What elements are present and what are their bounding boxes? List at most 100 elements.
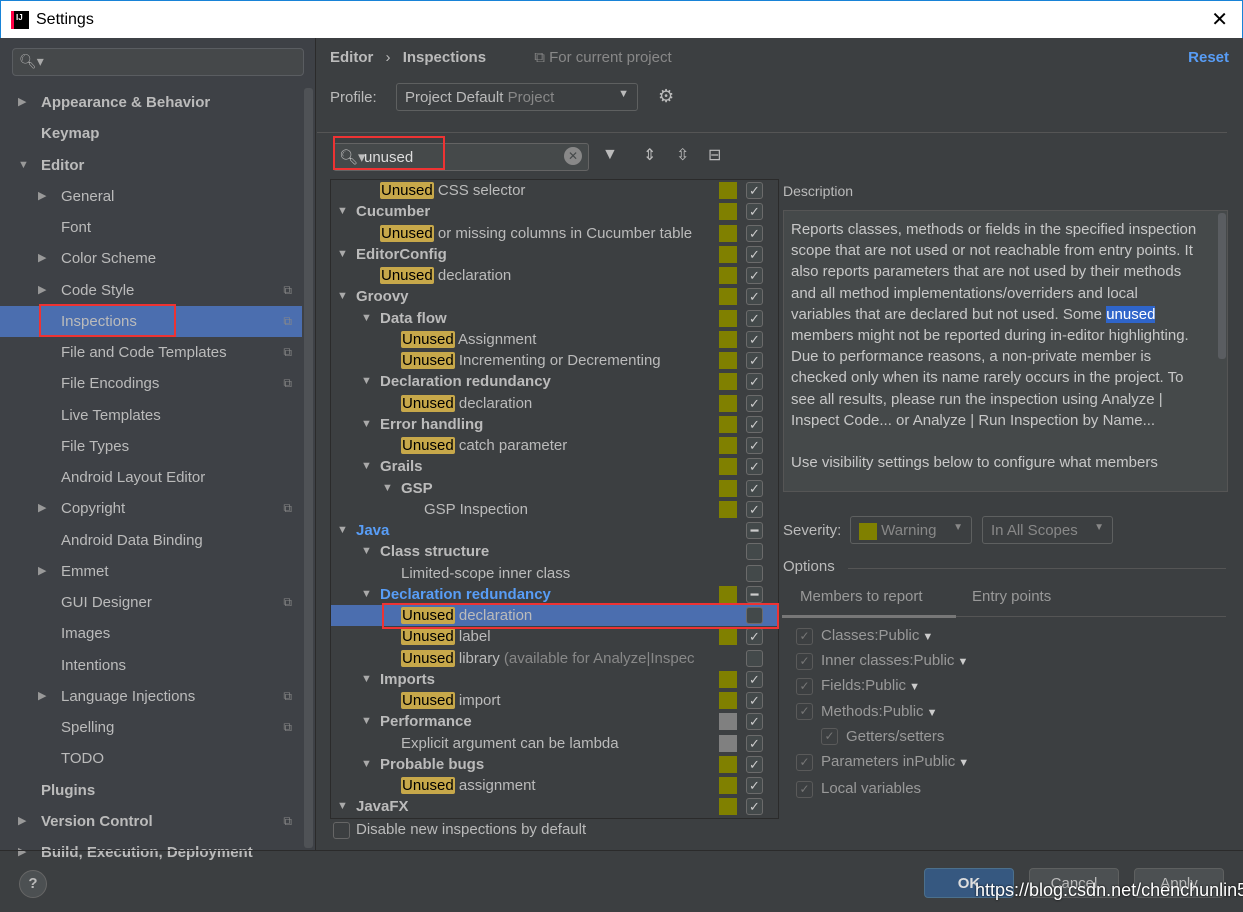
enable-checkbox[interactable]: ✓: [746, 373, 763, 391]
sidebar-item-code-style[interactable]: ▶ Code Style ⧉: [0, 275, 302, 306]
tree-row[interactable]: Unused declaration ✓: [331, 393, 778, 414]
tree-row[interactable]: ▼ Cucumber ✓: [331, 201, 778, 222]
sidebar-item-font[interactable]: Font: [0, 212, 302, 243]
tree-row[interactable]: ▼ Data flow ✓: [331, 308, 778, 329]
enable-checkbox[interactable]: ✓: [746, 415, 763, 433]
tree-row[interactable]: ▼ EditorConfig ✓: [331, 244, 778, 265]
tree-row[interactable]: ▼ Performance ✓: [331, 711, 778, 732]
clear-search-icon[interactable]: ✕: [564, 147, 582, 165]
chevron-right-icon[interactable]: ▶: [18, 837, 26, 868]
expand-all-icon[interactable]: ⇕: [643, 145, 656, 165]
enable-checkbox[interactable]: ✓: [746, 777, 763, 794]
enable-checkbox[interactable]: ✓: [746, 182, 763, 199]
tree-row[interactable]: Unused or missing columns in Cucumber ta…: [331, 223, 778, 244]
tree-row[interactable]: ▼ Java ━: [331, 520, 778, 541]
tree-row[interactable]: Unused import ✓: [331, 690, 778, 711]
checkbox-icon[interactable]: ✓: [796, 753, 813, 771]
enable-checkbox[interactable]: ✓: [746, 203, 763, 221]
enable-checkbox[interactable]: ✓: [746, 394, 763, 412]
tree-row[interactable]: Limited-scope inner class: [331, 563, 778, 584]
sidebar-item-file-types[interactable]: File Types: [0, 431, 302, 462]
option-checkbox[interactable]: ✓ Fields:Public ▼: [796, 675, 920, 697]
inspection-search-input[interactable]: 🔍︎▾ unused ✕: [333, 143, 589, 171]
sidebar-item-spelling[interactable]: Spelling ⧉: [0, 712, 302, 743]
enable-checkbox[interactable]: ━: [746, 585, 763, 603]
sidebar-item-inspections[interactable]: Inspections ⧉: [0, 303, 302, 337]
enable-checkbox[interactable]: [746, 649, 763, 667]
sidebar-scrollbar[interactable]: [304, 88, 313, 848]
tree-row[interactable]: ▼ Declaration redundancy ━: [331, 584, 778, 605]
enable-checkbox[interactable]: ✓: [746, 670, 763, 688]
sidebar-item-keymap[interactable]: Keymap: [0, 118, 302, 149]
collapse-all-icon[interactable]: ⇳: [676, 145, 689, 165]
chevron-right-icon[interactable]: ▶: [38, 181, 46, 212]
sidebar-item-emmet[interactable]: ▶ Emmet: [0, 556, 302, 587]
enable-checkbox[interactable]: ✓: [746, 352, 763, 369]
chevron-down-icon[interactable]: ▼: [361, 669, 372, 690]
chevron-down-icon[interactable]: ▼: [361, 584, 372, 605]
reset-to-default-icon[interactable]: ⊟: [708, 145, 721, 165]
sidebar-item-build-execution-deployment[interactable]: ▶ Build, Execution, Deployment: [0, 837, 302, 868]
enable-checkbox[interactable]: ✓: [746, 479, 763, 497]
enable-checkbox[interactable]: ✓: [746, 245, 763, 263]
chevron-down-icon[interactable]: ▼: [361, 711, 372, 732]
chevron-down-icon[interactable]: ▼: [361, 541, 372, 562]
tree-row[interactable]: ▼ Class structure: [331, 541, 778, 562]
option-checkbox[interactable]: ✓ Parameters inPublic ▼: [796, 751, 969, 773]
chevron-down-icon[interactable]: ▼: [337, 201, 348, 222]
chevron-right-icon[interactable]: ▶: [38, 556, 46, 587]
tree-row[interactable]: GSP Inspection ✓: [331, 499, 778, 520]
enable-checkbox[interactable]: ✓: [746, 288, 763, 306]
sidebar-item-file-and-code-templates[interactable]: File and Code Templates ⧉: [0, 337, 302, 368]
tree-row[interactable]: ▼ Probable bugs ✓: [331, 754, 778, 775]
help-button[interactable]: ?: [19, 870, 47, 898]
sidebar-item-language-injections[interactable]: ▶ Language Injections ⧉: [0, 681, 302, 712]
sidebar-item-color-scheme[interactable]: ▶ Color Scheme: [0, 243, 302, 274]
chevron-right-icon[interactable]: ▶: [38, 493, 46, 524]
chevron-down-icon[interactable]: ▼: [361, 308, 372, 329]
option-checkbox[interactable]: ✓ Methods:Public ▼: [796, 701, 938, 723]
chevron-down-icon[interactable]: ▼: [337, 244, 348, 265]
sidebar-item-plugins[interactable]: Plugins: [0, 775, 302, 806]
chevron-down-icon[interactable]: ▼: [361, 371, 372, 392]
tree-row[interactable]: ▼ Groovy ✓: [331, 286, 778, 307]
chevron-down-icon[interactable]: ▼: [361, 456, 372, 477]
chevron-down-icon[interactable]: ▼: [361, 754, 372, 775]
description-scrollbar[interactable]: [1218, 213, 1226, 359]
close-icon[interactable]: ✕: [1211, 7, 1228, 32]
enable-checkbox[interactable]: ━: [746, 522, 763, 539]
gear-icon[interactable]: ⚙: [658, 86, 674, 107]
sidebar-item-version-control[interactable]: ▶ Version Control ⧉: [0, 806, 302, 837]
checkbox-icon[interactable]: ✓: [796, 703, 813, 721]
option-checkbox[interactable]: ✓ Classes:Public ▼: [796, 625, 933, 647]
tab-members-to-report[interactable]: Members to report: [800, 588, 923, 605]
chevron-down-icon[interactable]: ▼: [919, 631, 933, 643]
chevron-down-icon[interactable]: ▼: [337, 796, 348, 817]
enable-checkbox[interactable]: ✓: [746, 500, 763, 518]
chevron-down-icon[interactable]: ▼: [954, 656, 968, 668]
enable-checkbox[interactable]: [746, 543, 763, 561]
enable-checkbox[interactable]: ✓: [746, 713, 763, 731]
tree-row[interactable]: Unused label ✓: [331, 626, 778, 647]
tree-row[interactable]: ▼ Imports ✓: [331, 669, 778, 690]
chevron-right-icon[interactable]: ▶: [38, 243, 46, 274]
sidebar-item-editor[interactable]: ▼ Editor: [0, 150, 302, 181]
enable-checkbox[interactable]: ✓: [746, 628, 763, 646]
checkbox-icon[interactable]: ✓: [796, 652, 813, 670]
tree-row[interactable]: ▼ Error handling ✓: [331, 414, 778, 435]
reset-link[interactable]: Reset: [1188, 49, 1229, 66]
enable-checkbox[interactable]: ✓: [746, 798, 763, 816]
disable-new-inspections-checkbox[interactable]: Disable new inspections by default: [333, 821, 586, 839]
sidebar-item-general[interactable]: ▶ General: [0, 181, 302, 212]
enable-checkbox[interactable]: ✓: [746, 734, 763, 752]
tree-row[interactable]: Unused catch parameter ✓: [331, 435, 778, 456]
sidebar-item-file-encodings[interactable]: File Encodings ⧉: [0, 368, 302, 399]
chevron-down-icon[interactable]: ▼: [955, 757, 969, 769]
sidebar-item-android-layout-editor[interactable]: Android Layout Editor: [0, 462, 302, 493]
option-checkbox[interactable]: ✓ Local variables: [796, 778, 921, 800]
enable-checkbox[interactable]: ✓: [746, 309, 763, 327]
tree-row[interactable]: Unused Incrementing or Decrementing ✓: [331, 350, 778, 371]
enable-checkbox[interactable]: ✓: [746, 330, 763, 348]
enable-checkbox[interactable]: ✓: [746, 437, 763, 454]
settings-search-input[interactable]: 🔍︎▾: [12, 48, 304, 76]
